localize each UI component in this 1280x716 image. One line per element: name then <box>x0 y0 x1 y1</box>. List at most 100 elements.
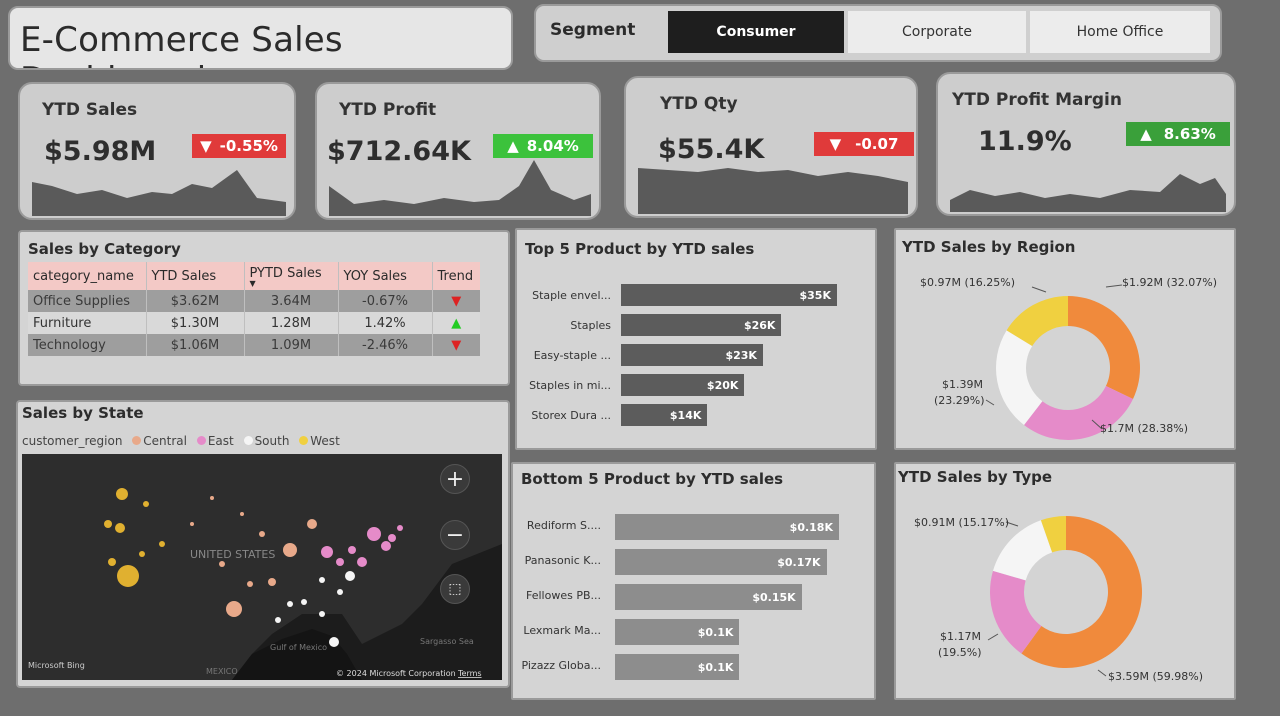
kpi-title: YTD Qty <box>660 94 738 114</box>
map-label-mexico: MEXICO <box>206 667 238 676</box>
segment-slicer: Segment Consumer Corporate Home Office <box>534 4 1222 62</box>
donut-slice[interactable] <box>992 520 1053 581</box>
table-row[interactable]: Office Supplies $3.62M 3.64M -0.67% ▼ <box>28 290 480 312</box>
bing-logo: Microsoft Bing <box>28 661 85 670</box>
legend-label[interactable]: Central <box>143 434 187 448</box>
type-label-1: $3.59M (59.98%) <box>1108 670 1204 683</box>
zoom-out-button[interactable]: − <box>440 520 470 550</box>
bar-label: Easy-staple ... <box>533 349 611 362</box>
legend-label[interactable]: East <box>208 434 234 448</box>
type-label-2-value: $1.17M <box>940 630 981 643</box>
region-label-east: $1.7M (28.38%) <box>1100 422 1189 435</box>
legend-title: customer_region <box>22 434 123 448</box>
section-title: YTD Sales by Type <box>898 468 1053 486</box>
column-header[interactable]: category_name <box>28 262 147 290</box>
bar-value-label: $0.15K <box>752 590 796 604</box>
select-area-icon[interactable]: ⬚ <box>440 574 470 604</box>
type-label-3: $0.91M (15.17%) <box>914 516 1010 529</box>
column-header[interactable]: YTD Sales <box>146 262 245 290</box>
trend-down-icon: ▼ <box>432 290 480 312</box>
table-header-row: category_name YTD Sales PYTD Sales ▼ YOY … <box>28 262 480 290</box>
bar-label: Lexmark Ma... <box>523 624 601 637</box>
kpi-card-ytd-qty: YTD Qty $55.4K ▼ -0.07 <box>624 76 918 218</box>
kpi-title: YTD Profit <box>339 100 437 120</box>
sparkline <box>638 168 908 214</box>
section-title: Top 5 Product by YTD sales <box>525 240 755 258</box>
bar-value-label: $26K <box>743 318 776 332</box>
region-label-south-pct: (23.29%) <box>934 394 985 407</box>
kpi-change-badge: ▲ 8.63% <box>1126 122 1230 146</box>
sparkline <box>32 170 286 216</box>
map-label-sea: Sargasso Sea <box>420 637 474 646</box>
bar-label: Storex Dura ... <box>531 409 611 422</box>
trend-down-icon: ▼ <box>432 334 480 356</box>
column-header[interactable]: PYTD Sales ▼ <box>244 262 339 290</box>
cell-category: Office Supplies <box>28 290 147 312</box>
kpi-title: YTD Sales <box>42 100 138 120</box>
segment-option-home-office[interactable]: Home Office <box>1030 11 1210 53</box>
kpi-change-badge: ▼ -0.55% <box>192 134 286 158</box>
type-label-2-pct: (19.5%) <box>938 646 982 659</box>
sales-by-category-panel: Sales by Category category_name YTD Sale… <box>18 230 510 386</box>
cell-category: Furniture <box>28 312 147 334</box>
segment-option-consumer[interactable]: Consumer <box>668 11 844 53</box>
category-table: category_name YTD Sales PYTD Sales ▼ YOY … <box>28 262 480 356</box>
segment-label: Segment <box>550 20 636 40</box>
map-label-gulf: Gulf of Mexico <box>270 643 327 652</box>
state-map[interactable]: UNITED STATES Gulf of Mexico Sargasso Se… <box>22 454 502 680</box>
kpi-change-badge: ▼ -0.07 <box>814 132 914 156</box>
cell-ytd: $1.06M <box>146 334 245 356</box>
title-box: E-Commerce Sales Dashboard <box>8 6 513 70</box>
top5-products-panel: Top 5 Product by YTD sales Staple envel.… <box>515 228 877 450</box>
bar-value-label: $23K <box>725 348 757 362</box>
cell-yoy: -2.46% <box>338 334 433 356</box>
sales-by-type-panel: YTD Sales by Type $0.91M (15.17%) $1.17M… <box>894 462 1236 700</box>
kpi-value: $5.98M <box>44 136 157 167</box>
bar-value-label: $35K <box>799 288 832 302</box>
legend-label[interactable]: South <box>255 434 290 448</box>
kpi-card-ytd-profit: YTD Profit $712.64K ▲ 8.04% <box>315 82 601 220</box>
section-title: Bottom 5 Product by YTD sales <box>521 470 784 488</box>
map-terms-link[interactable]: Terms <box>457 669 482 678</box>
column-header[interactable]: YOY Sales <box>338 262 433 290</box>
sales-by-region-panel: YTD Sales by Region $0.97M (16.25%) $1.9… <box>894 228 1236 450</box>
kpi-card-ytd-sales: YTD Sales $5.98M ▼ -0.55% <box>18 82 296 220</box>
kpi-title: YTD Profit Margin <box>952 90 1122 110</box>
section-title: Sales by State <box>22 404 144 422</box>
legend-dot-south <box>243 436 253 445</box>
cell-ytd: $1.30M <box>146 312 245 334</box>
section-title: Sales by Category <box>28 240 181 258</box>
table-row[interactable]: Furniture $1.30M 1.28M 1.42% ▲ <box>28 312 480 334</box>
kpi-value: 11.9% <box>978 126 1072 157</box>
cell-pytd: 3.64M <box>244 290 339 312</box>
cell-ytd: $3.62M <box>146 290 245 312</box>
donut-slice[interactable] <box>1068 296 1140 399</box>
region-label-south-value: $1.39M <box>942 378 983 391</box>
bar-label: Staples in mi... <box>529 379 611 392</box>
table-row[interactable]: Technology $1.06M 1.09M -2.46% ▼ <box>28 334 480 356</box>
column-header[interactable]: Trend <box>432 262 480 290</box>
segment-option-corporate[interactable]: Corporate <box>848 11 1026 53</box>
kpi-card-ytd-profit-margin: YTD Profit Margin 11.9% ▲ 8.63% <box>936 72 1236 216</box>
zoom-in-button[interactable]: + <box>440 464 470 494</box>
kpi-value: $55.4K <box>658 134 765 165</box>
legend-dot-east <box>196 436 206 445</box>
up-arrow-icon: ▲ <box>507 137 519 155</box>
cell-yoy: -0.67% <box>338 290 433 312</box>
bar-label: Staples <box>570 319 611 332</box>
kpi-change-value: 8.04% <box>526 137 579 155</box>
bar-label: Fellowes PB... <box>526 589 601 602</box>
legend-label[interactable]: West <box>310 434 340 448</box>
trend-up-icon: ▲ <box>432 312 480 334</box>
map-legend: customer_region Central East South West <box>22 434 340 448</box>
bar-label: Panasonic K... <box>524 554 601 567</box>
legend-dot-central <box>132 436 142 445</box>
bar-label: Pizazz Globa... <box>521 659 601 672</box>
map-label-country: UNITED STATES <box>190 548 275 561</box>
cell-pytd: 1.09M <box>244 334 339 356</box>
legend-dot-west <box>299 436 309 445</box>
page-title: E-Commerce Sales Dashboard <box>20 20 343 68</box>
down-arrow-icon: ▼ <box>829 135 842 153</box>
cell-category: Technology <box>28 334 147 356</box>
kpi-change-value: 8.63% <box>1163 125 1216 143</box>
